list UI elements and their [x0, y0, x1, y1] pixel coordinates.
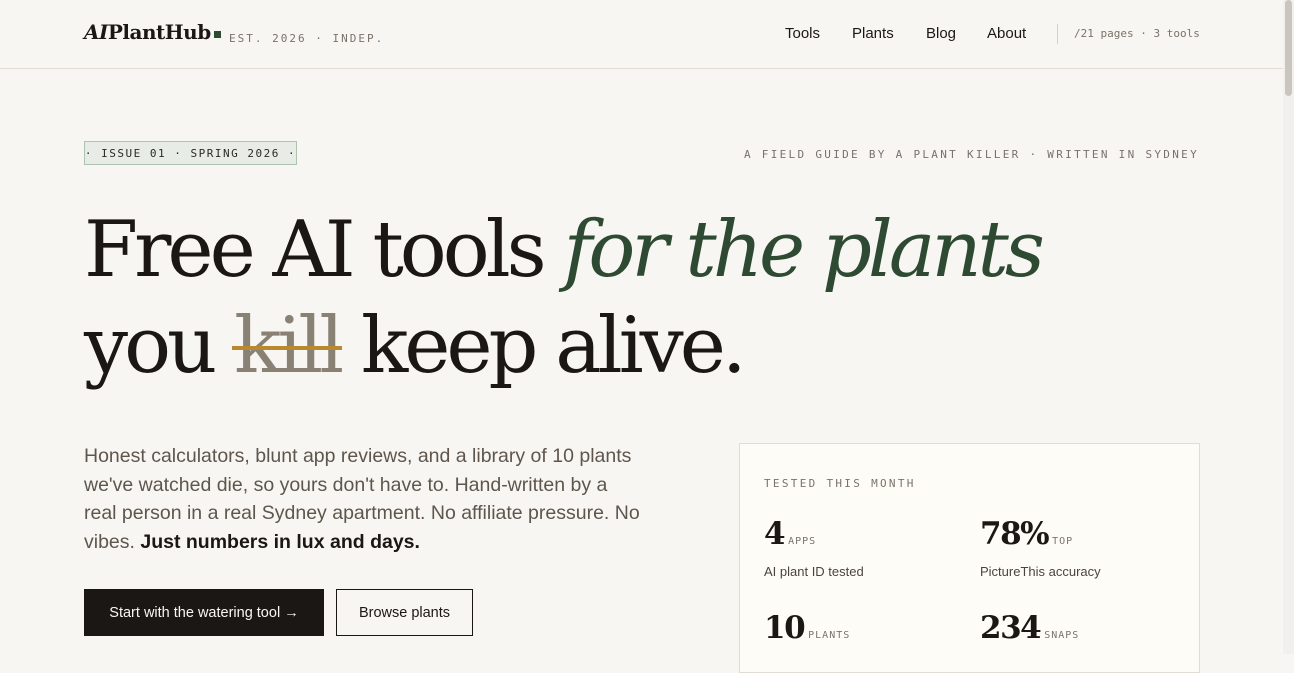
stat-unit: TOP	[1052, 536, 1074, 547]
hero-lede: Honest calculators, blunt app reviews, a…	[84, 442, 644, 556]
headline-line1-plain: Free AI tools	[84, 205, 564, 295]
stat-label: AI plant ID tested	[764, 564, 864, 579]
hero-headline: Free AI tools for the plants you kill ke…	[84, 202, 1045, 394]
headline-struck-word: kill	[234, 301, 344, 391]
scrollbar-thumb[interactable]	[1285, 0, 1292, 96]
issue-badge: · ISSUE 01 · SPRING 2026 ·	[84, 141, 297, 165]
stat-unit: APPS	[788, 536, 817, 547]
stat-value: 234	[980, 610, 1042, 646]
nav-tools[interactable]: Tools	[785, 25, 820, 42]
page-scrollbar[interactable]	[1283, 0, 1294, 654]
site-header: AIPlantHub EST. 2026 · INDEP. Tools Plan…	[0, 0, 1283, 69]
stat-unit: PLANTS	[808, 630, 851, 641]
nav-divider	[1057, 24, 1058, 44]
stat-value: 4	[764, 516, 786, 552]
stat-plants: 10 PLANTS	[764, 610, 850, 646]
stat-unit: SNAPS	[1044, 630, 1080, 641]
stats-card-title: TESTED THIS MONTH	[764, 477, 916, 490]
nav-blog[interactable]: Blog	[926, 25, 956, 42]
logo-name-text: PlantHub	[107, 20, 211, 44]
site-logo[interactable]: AIPlantHub	[84, 20, 221, 44]
hero-kicker: A FIELD GUIDE BY A PLANT KILLER · WRITTE…	[743, 148, 1199, 161]
stats-card: TESTED THIS MONTH 4 APPS AI plant ID test…	[739, 443, 1200, 673]
nav-plants[interactable]: Plants	[852, 25, 894, 42]
stat-value: 10	[764, 610, 806, 646]
stat-snaps: 234 SNAPS	[980, 610, 1079, 646]
headline-line1-accent: for the plants	[563, 205, 1045, 295]
lede-emphasis: Just numbers in lux and days.	[140, 530, 420, 553]
headline-line2-end: keep alive.	[340, 301, 747, 391]
stat-value: 78%	[980, 516, 1050, 552]
headline-line2-start: you	[84, 301, 235, 391]
logo-square-icon	[213, 31, 221, 38]
stat-label: PictureThis accuracy	[980, 564, 1101, 579]
site-tagline: EST. 2026 · INDEP.	[229, 32, 385, 45]
browse-plants-button[interactable]: Browse plants	[336, 589, 473, 636]
stat-accuracy: 78% TOP PictureThis accuracy	[980, 516, 1101, 579]
start-watering-tool-button[interactable]: Start with the watering tool →	[84, 589, 324, 636]
stat-apps: 4 APPS AI plant ID tested	[764, 516, 864, 579]
nav-about[interactable]: About	[987, 25, 1026, 42]
logo-ai-text: AI	[84, 20, 108, 44]
site-stats-line: /21 pages · 3 tools	[1074, 27, 1200, 40]
